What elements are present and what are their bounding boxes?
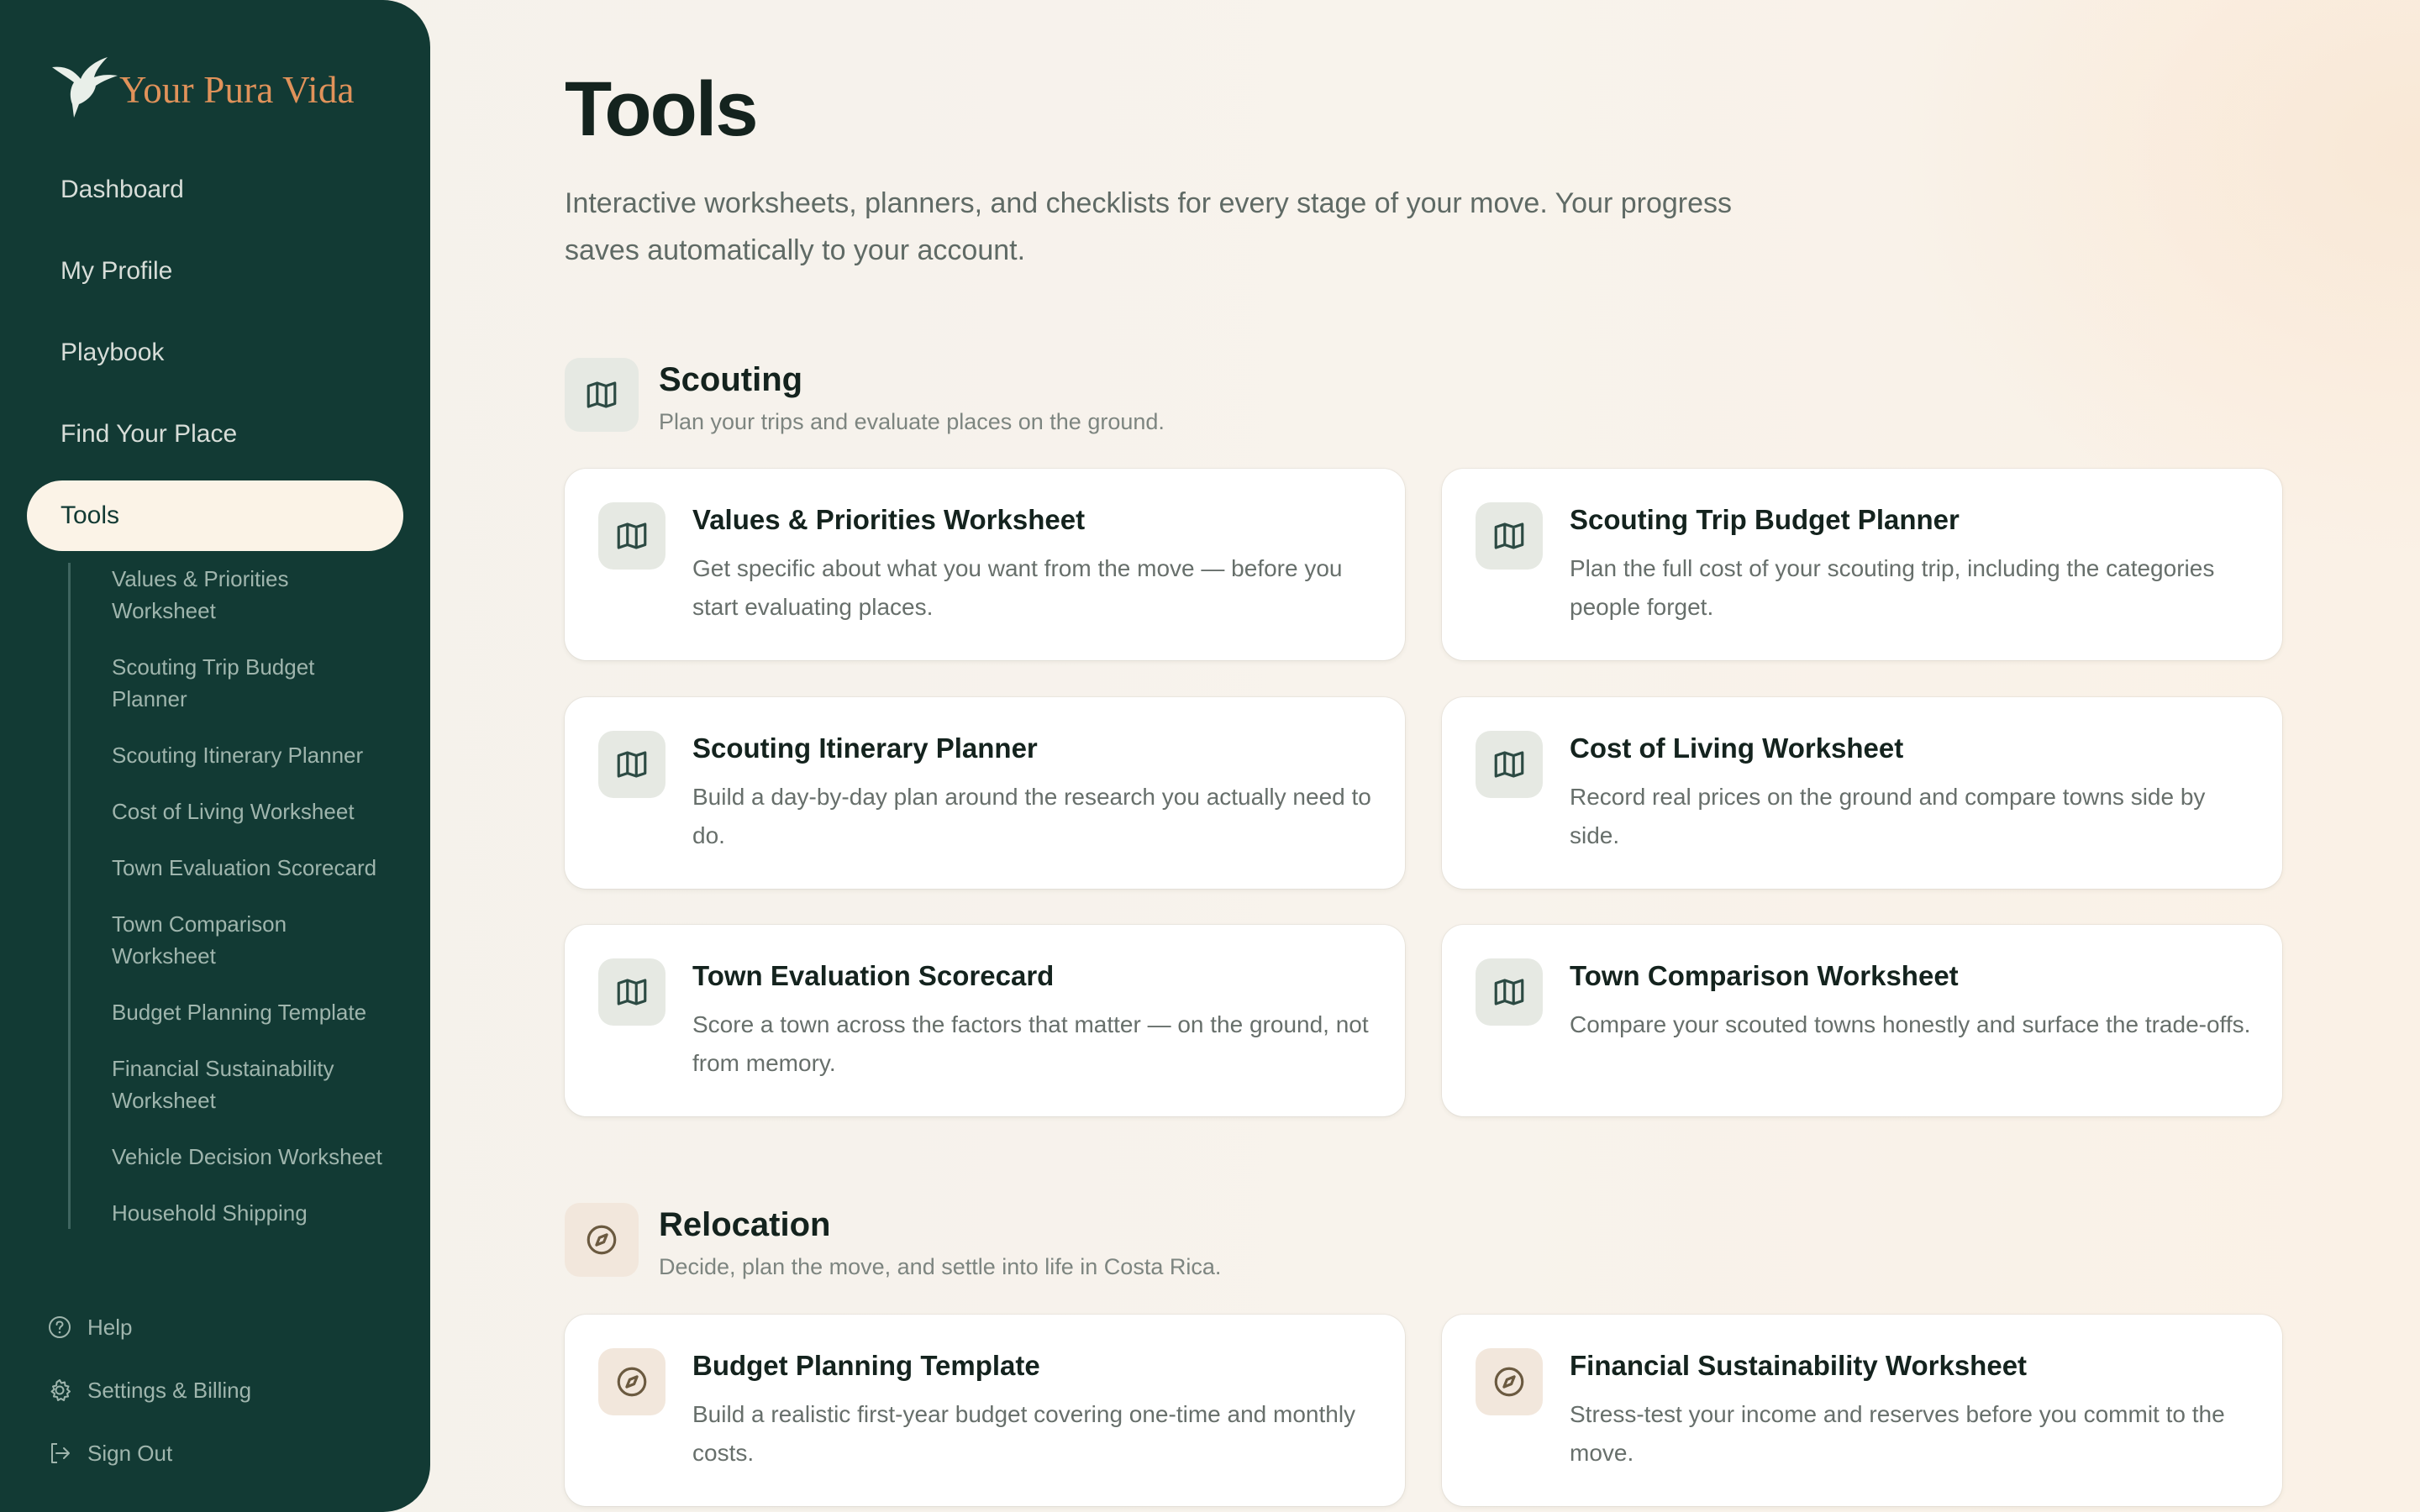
page-title: Tools: [565, 66, 758, 152]
nav-item-tools[interactable]: Tools: [27, 480, 403, 551]
map-icon: [598, 502, 666, 570]
card-title: Budget Planning Template: [692, 1350, 1040, 1381]
brand-logo[interactable]: Your Pura Vida: [49, 54, 355, 119]
nav-item-my-profile[interactable]: My Profile: [27, 236, 403, 307]
help-label: Help: [87, 1314, 133, 1340]
map-icon: [1476, 502, 1543, 570]
nav-item-playbook[interactable]: Playbook: [27, 318, 403, 388]
settings-billing-label: Settings & Billing: [87, 1377, 252, 1403]
card-description: Compare your scouted towns honestly and …: [1570, 1011, 2251, 1037]
tool-card-town-comparison[interactable]: Town Comparison Worksheet Compare your s…: [1442, 925, 2282, 1116]
main-nav: Dashboard My Profile Playbook Find Your …: [27, 155, 403, 562]
subnav-item-financial-sustainability[interactable]: Financial Sustainability Worksheet: [112, 1053, 396, 1116]
tool-card-town-evaluation[interactable]: Town Evaluation Scorecard Score a town a…: [565, 925, 1405, 1116]
tool-card-financial-sustainability[interactable]: Financial Sustainability Worksheet Stres…: [1442, 1315, 2282, 1506]
section-title: Relocation: [659, 1206, 831, 1243]
brand-name: Your Pura Vida: [119, 69, 355, 111]
sidebar-footer: Help Settings & Billing Sign Out: [47, 1310, 251, 1499]
map-icon: [565, 358, 639, 432]
nav-label: Dashboard: [60, 176, 184, 203]
subnav-item-vehicle-decision[interactable]: Vehicle Decision Worksheet: [112, 1141, 396, 1173]
map-icon: [1476, 958, 1543, 1026]
sign-out-link[interactable]: Sign Out: [47, 1436, 251, 1470]
section-header-relocation: Relocation Decide, plan the move, and se…: [565, 1203, 1221, 1280]
nav-label: My Profile: [60, 257, 173, 285]
hummingbird-icon: [52, 57, 118, 118]
nav-item-dashboard[interactable]: Dashboard: [27, 155, 403, 225]
help-circle-icon: [49, 1316, 71, 1338]
nav-label: Find Your Place: [60, 420, 238, 448]
card-description: Build a realistic first-year budget cove…: [692, 1401, 1356, 1466]
section-header-scouting: Scouting Plan your trips and evaluate pl…: [565, 358, 1165, 435]
card-title: Scouting Trip Budget Planner: [1570, 504, 1960, 535]
page-description: Interactive worksheets, planners, and ch…: [565, 187, 1733, 266]
tool-card-budget-planning[interactable]: Budget Planning Template Build a realist…: [565, 1315, 1405, 1506]
section-subtitle: Plan your trips and evaluate places on t…: [659, 409, 1165, 434]
tool-card-cost-of-living[interactable]: Cost of Living Worksheet Record real pri…: [1442, 697, 2282, 889]
settings-billing-link[interactable]: Settings & Billing: [47, 1373, 251, 1407]
card-title: Values & Priorities Worksheet: [692, 504, 1086, 535]
nav-label: Playbook: [60, 339, 165, 366]
subnav-item-cost-of-living[interactable]: Cost of Living Worksheet: [112, 795, 396, 827]
compass-icon: [598, 1348, 666, 1415]
subnav-item-town-comparison[interactable]: Town Comparison Worksheet: [112, 908, 396, 972]
subnav-item-scouting-trip-budget[interactable]: Scouting Trip Budget Planner: [112, 651, 396, 715]
subnav-item-values-priorities[interactable]: Values & Priorities Worksheet: [112, 563, 396, 627]
sign-out-label: Sign Out: [87, 1440, 173, 1466]
card-title: Cost of Living Worksheet: [1570, 732, 1904, 764]
card-title: Town Comparison Worksheet: [1570, 960, 1959, 991]
map-icon: [1476, 731, 1543, 798]
section-subtitle: Decide, plan the move, and settle into l…: [659, 1254, 1222, 1279]
card-description: Score a town across the factors that mat…: [692, 1011, 1369, 1076]
compass-icon: [565, 1203, 639, 1277]
nav-label: Tools: [60, 501, 120, 529]
tool-card-scouting-itinerary[interactable]: Scouting Itinerary Planner Build a day-b…: [565, 697, 1405, 889]
tools-subnav: Values & Priorities Worksheet Scouting T…: [68, 563, 396, 1229]
card-title: Scouting Itinerary Planner: [692, 732, 1038, 764]
card-description: Record real prices on the ground and com…: [1570, 784, 2206, 848]
subnav-item-town-evaluation[interactable]: Town Evaluation Scorecard: [112, 852, 396, 884]
tool-card-scouting-trip-budget[interactable]: Scouting Trip Budget Planner Plan the fu…: [1442, 469, 2282, 660]
subnav-item-household-shipping[interactable]: Household Shipping: [112, 1197, 396, 1229]
section-title: Scouting: [659, 361, 803, 398]
gear-icon: [50, 1379, 71, 1401]
card-description: Plan the full cost of your scouting trip…: [1570, 555, 2215, 620]
card-title: Town Evaluation Scorecard: [692, 960, 1055, 991]
card-title: Financial Sustainability Worksheet: [1570, 1350, 2028, 1381]
card-description: Get specific about what you want from th…: [692, 555, 1343, 620]
card-description: Build a day-by-day plan around the resea…: [692, 784, 1371, 848]
sign-out-icon: [51, 1443, 70, 1463]
subnav-item-scouting-itinerary[interactable]: Scouting Itinerary Planner: [112, 739, 396, 771]
sidebar: Your Pura Vida Dashboard My Profile Play…: [0, 0, 430, 1512]
tool-card-values-priorities[interactable]: Values & Priorities Worksheet Get specif…: [565, 469, 1405, 660]
card-description: Stress-test your income and reserves bef…: [1570, 1401, 2225, 1466]
map-icon: [598, 731, 666, 798]
map-icon: [598, 958, 666, 1026]
compass-icon: [1476, 1348, 1543, 1415]
help-link[interactable]: Help: [47, 1310, 251, 1344]
subnav-item-budget-planning[interactable]: Budget Planning Template: [112, 996, 396, 1028]
nav-item-find-your-place[interactable]: Find Your Place: [27, 399, 403, 470]
